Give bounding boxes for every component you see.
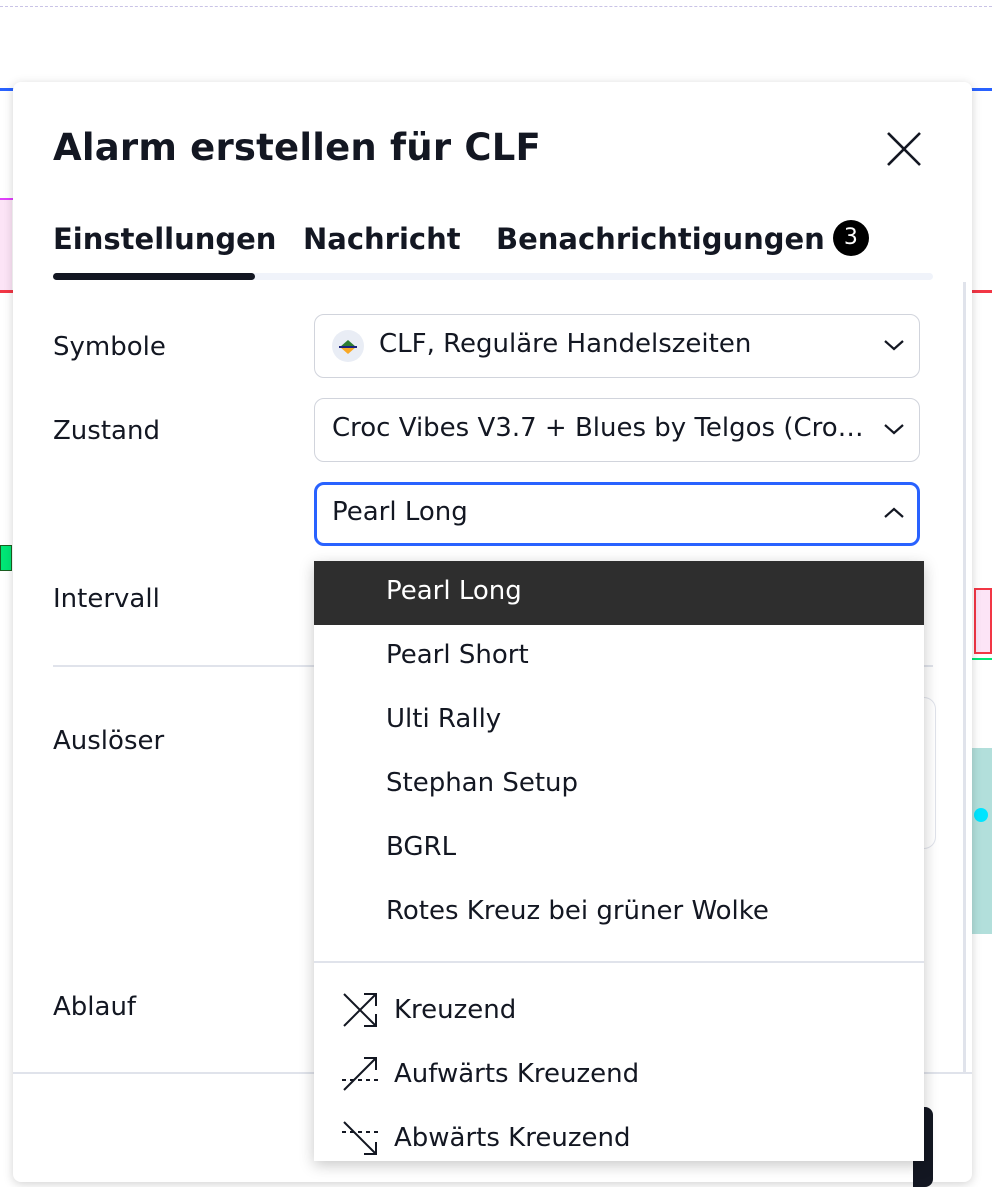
option-label: Ulti Rally <box>386 704 502 734</box>
crossing-up-icon <box>342 1057 378 1091</box>
option-crossing[interactable]: Kreuzend <box>314 978 924 1042</box>
chart-green-tick <box>972 658 992 660</box>
option-crossing-down[interactable]: Abwärts Kreuzend <box>314 1106 924 1161</box>
chart-cyan-dot <box>974 808 988 822</box>
dropdown-separator <box>314 961 924 963</box>
condition-value: Croc Vibes V3.7 + Blues by Telgos (Croc … <box>332 413 872 443</box>
crossing-icon <box>343 993 377 1027</box>
plot-dropdown-list: Pearl Long Pearl Short Ulti Rally Stepha… <box>314 561 924 1161</box>
crossing-down-icon <box>342 1121 378 1155</box>
dialog-title: Alarm erstellen für CLF <box>53 126 541 169</box>
option-rotes-kreuz[interactable]: Rotes Kreuz bei grüner Wolke <box>314 881 924 945</box>
condition-plot-value: Pearl Long <box>332 497 468 527</box>
close-icon <box>887 132 921 166</box>
symbol-logo-icon <box>332 330 364 362</box>
interval-label: Intervall <box>53 584 160 614</box>
option-ulti-rally[interactable]: Ulti Rally <box>314 689 924 753</box>
option-label: Pearl Short <box>386 640 529 670</box>
symbol-label: Symbole <box>53 332 166 362</box>
active-tab-indicator <box>53 273 255 280</box>
option-pearl-short[interactable]: Pearl Short <box>314 625 924 689</box>
tab-notifications-label: Benachrichtigungen <box>496 222 825 256</box>
tab-message[interactable]: Nachricht <box>303 222 461 256</box>
trigger-label: Auslöser <box>53 726 165 756</box>
chart-green-candle <box>0 545 12 571</box>
chart-teal-area <box>972 748 992 934</box>
chart-red-candle <box>974 588 992 654</box>
option-bgrl[interactable]: BGRL <box>314 817 924 881</box>
option-label: Aufwärts Kreuzend <box>394 1059 640 1089</box>
option-pearl-long[interactable]: Pearl Long <box>314 561 924 625</box>
notification-count-badge: 3 <box>832 220 869 256</box>
condition-plot-select[interactable]: Pearl Long <box>314 482 920 546</box>
chevron-down-icon <box>884 424 904 435</box>
option-label: Rotes Kreuz bei grüner Wolke <box>386 896 769 926</box>
scrollbar[interactable] <box>963 282 966 1072</box>
condition-select[interactable]: Croc Vibes V3.7 + Blues by Telgos (Croc … <box>314 398 920 462</box>
chart-red-line-left <box>0 290 14 293</box>
option-label: Kreuzend <box>394 995 517 1025</box>
symbol-value: CLF, Reguläre Handelszeiten <box>379 329 752 359</box>
chevron-up-icon <box>884 507 904 518</box>
expiry-label: Ablauf <box>53 992 137 1022</box>
option-label: Stephan Setup <box>386 768 579 798</box>
option-stephan-setup[interactable]: Stephan Setup <box>314 753 924 817</box>
chart-pink-area-left <box>0 200 12 290</box>
option-label: Pearl Long <box>386 576 522 606</box>
tab-notifications[interactable]: Benachrichtigungen 3 <box>496 220 869 259</box>
tab-settings-label: Einstellungen <box>53 222 277 256</box>
option-label: Abwärts Kreuzend <box>394 1123 631 1153</box>
chart-red-line-right <box>972 290 992 293</box>
tab-message-label: Nachricht <box>303 222 461 256</box>
condition-label: Zustand <box>53 416 160 446</box>
chart-dashed-line <box>0 6 992 7</box>
option-crossing-up[interactable]: Aufwärts Kreuzend <box>314 1042 924 1106</box>
tab-settings[interactable]: Einstellungen <box>53 222 276 256</box>
option-label: BGRL <box>386 832 457 862</box>
chevron-down-icon <box>884 340 904 351</box>
symbol-select[interactable]: CLF, Reguläre Handelszeiten <box>314 314 920 378</box>
close-button[interactable] <box>885 130 923 168</box>
